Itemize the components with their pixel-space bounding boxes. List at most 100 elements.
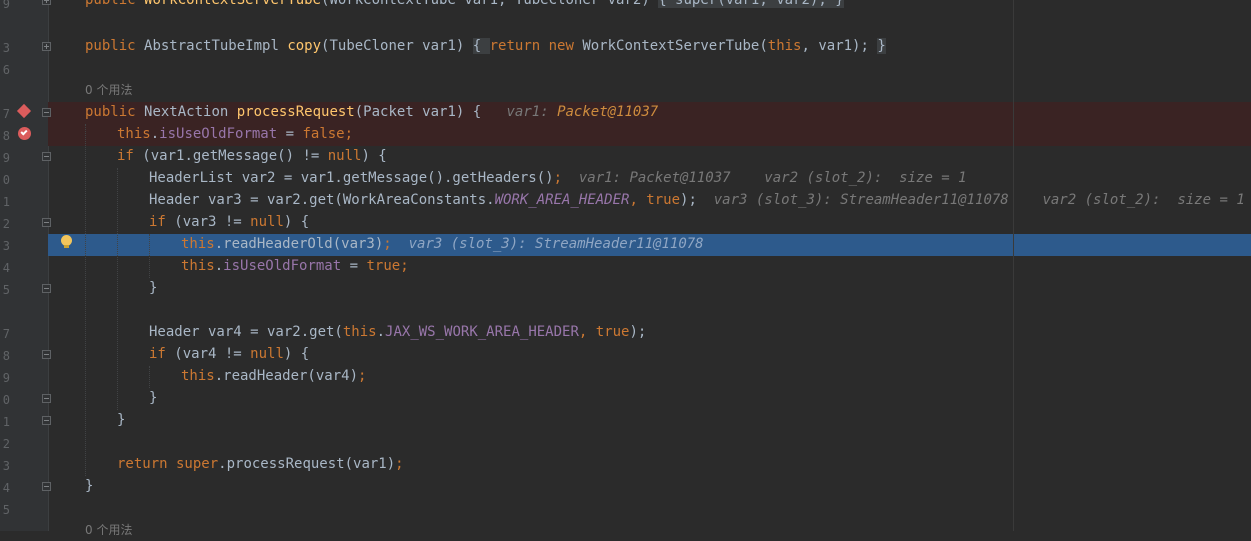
line-number: 0 — [2, 393, 10, 407]
code-line[interactable]: this.readHeader(var4); — [181, 365, 366, 387]
folded-body[interactable]: } — [877, 38, 886, 54]
fold-collapse-icon[interactable] — [42, 416, 51, 425]
keyword: public — [85, 104, 145, 120]
code-line-constructor[interactable]: public WorkContextServerTube(WorkContext… — [85, 0, 844, 11]
code-text: .processRequest(var1) — [218, 456, 396, 472]
debug-inline-value: Packet@11037 — [557, 104, 659, 120]
code-line[interactable]: return super.processRequest(var1); — [117, 453, 404, 475]
intention-bulb-icon[interactable] — [61, 235, 72, 248]
line-number: 5 — [2, 503, 10, 517]
line-number: 2 — [2, 217, 10, 231]
code-line-process-request[interactable]: public NextAction processRequest(Packet … — [85, 101, 658, 123]
keyword: this — [181, 258, 215, 274]
usage-count-hint[interactable]: 0 个用法 — [85, 79, 132, 101]
code-text: ) { — [283, 346, 310, 362]
line-number: 7 — [2, 107, 10, 121]
code-text: ); — [629, 324, 647, 340]
fold-collapse-icon[interactable] — [42, 350, 51, 359]
code-line[interactable]: } — [85, 475, 93, 497]
code-line[interactable]: this.isUseOldFormat = false; — [117, 123, 353, 145]
right-margin-guide — [1013, 0, 1014, 531]
line-number: 6 — [2, 63, 10, 77]
code-line[interactable]: } — [149, 387, 157, 409]
line-number: 8 — [2, 129, 10, 143]
fold-collapse-icon[interactable] — [42, 394, 51, 403]
line-number: 4 — [2, 261, 10, 275]
fold-collapse-icon[interactable] — [42, 218, 51, 227]
constant-name: WORK_AREA_HEADER — [494, 192, 630, 208]
indent-guide — [85, 124, 86, 476]
code-line[interactable]: Header var3 = var2.get(WorkAreaConstants… — [149, 189, 1245, 211]
fold-collapse-icon[interactable] — [42, 108, 51, 117]
code-text: ); — [680, 192, 697, 208]
code-text: .readHeaderOld(var3) — [214, 236, 384, 252]
code-text: = — [277, 126, 303, 142]
line-breakpoint-icon[interactable] — [18, 127, 31, 140]
keyword: return new — [489, 38, 583, 54]
code-line[interactable]: } — [117, 409, 125, 431]
keyword: this — [342, 324, 377, 340]
code-text: Header var4 = var2.get( — [149, 324, 343, 340]
line-number: 1 — [2, 195, 10, 209]
code-line[interactable]: Header var4 = var2.get(this.JAX_WS_WORK_… — [149, 321, 646, 343]
line-number: 4 — [2, 481, 10, 495]
debug-inline-value: var1: Packet@11037 var2 (slot_2): size =… — [578, 170, 967, 186]
fold-expand-icon[interactable] — [42, 42, 51, 51]
keyword: this — [181, 368, 215, 384]
line-number: 3 — [2, 41, 10, 55]
folded-body[interactable]: { — [472, 38, 490, 54]
code-text: , — [629, 192, 647, 208]
field-name: isUseOldFormat — [223, 258, 342, 274]
folded-body[interactable]: { super(var1, var2); } — [658, 0, 844, 8]
code-text: ; — [553, 170, 563, 186]
code-line[interactable]: if (var1.getMessage() != null) { — [117, 145, 387, 167]
fold-collapse-icon[interactable] — [42, 152, 51, 161]
keyword: true — [646, 192, 681, 208]
keyword: return super — [117, 456, 219, 472]
code-text: (Packet var1) { — [354, 104, 482, 120]
usage-count-hint[interactable]: 0 个用法 — [85, 519, 132, 541]
code-line[interactable]: this.isUseOldFormat = true; — [181, 255, 409, 277]
code-line-current-execution[interactable]: this.readHeaderOld(var3); var3 (slot_3):… — [181, 233, 704, 255]
code-text: WorkContextServerTube( — [582, 38, 768, 54]
code-text: . — [214, 258, 224, 274]
code-text: AbstractTubeImpl — [144, 38, 288, 54]
fold-expand-icon[interactable] — [42, 0, 51, 5]
keyword: true — [595, 324, 630, 340]
fold-collapse-icon[interactable] — [42, 284, 51, 293]
fold-collapse-icon[interactable] — [42, 482, 51, 491]
code-text: . — [376, 324, 386, 340]
code-text: ; — [395, 456, 404, 472]
indent-guide — [149, 234, 150, 278]
line-number: 9 — [2, 151, 10, 165]
code-text: ; — [344, 126, 354, 142]
debug-inline-value: var3 (slot_3): StreamHeader11@11078 var2… — [713, 192, 1245, 208]
line-number: 9 — [2, 0, 10, 11]
code-text: NextAction — [144, 104, 237, 120]
method-name: processRequest — [236, 104, 355, 120]
code-line[interactable]: if (var4 != null) { — [149, 343, 309, 365]
code-line[interactable]: HeaderList var2 = var1.getMessage().getH… — [149, 167, 967, 189]
method-name: copy — [287, 38, 322, 54]
code-line-copy[interactable]: public AbstractTubeImpl copy(TubeCloner … — [85, 35, 886, 57]
code-text: ; — [358, 368, 367, 384]
code-text: ; — [400, 258, 409, 274]
code-text: ; — [383, 236, 392, 252]
code-line[interactable]: if (var3 != null) { — [149, 211, 309, 233]
code-line[interactable]: } — [149, 277, 157, 299]
debug-inline-value: var3 (slot_3): StreamHeader11@11078 — [408, 236, 704, 252]
keyword: this — [767, 38, 802, 54]
line-number: 7 — [2, 327, 10, 341]
line-number: 2 — [2, 437, 10, 451]
field-name: JAX_WS_WORK_AREA_HEADER — [385, 324, 579, 340]
code-text: (var4 != — [174, 346, 251, 362]
keyword: null — [250, 346, 284, 362]
debug-inline-value: var1: — [506, 104, 558, 120]
keyword: false — [302, 126, 345, 142]
keyword: null — [250, 214, 284, 230]
line-number: 8 — [2, 349, 10, 363]
keyword: public — [85, 38, 145, 54]
keyword: if — [117, 148, 143, 164]
code-text: (var3 != — [174, 214, 251, 230]
editor-gutter[interactable]: 9 3 6 7 8 9 0 1 2 3 4 5 7 8 9 0 1 2 3 4 … — [0, 0, 49, 531]
